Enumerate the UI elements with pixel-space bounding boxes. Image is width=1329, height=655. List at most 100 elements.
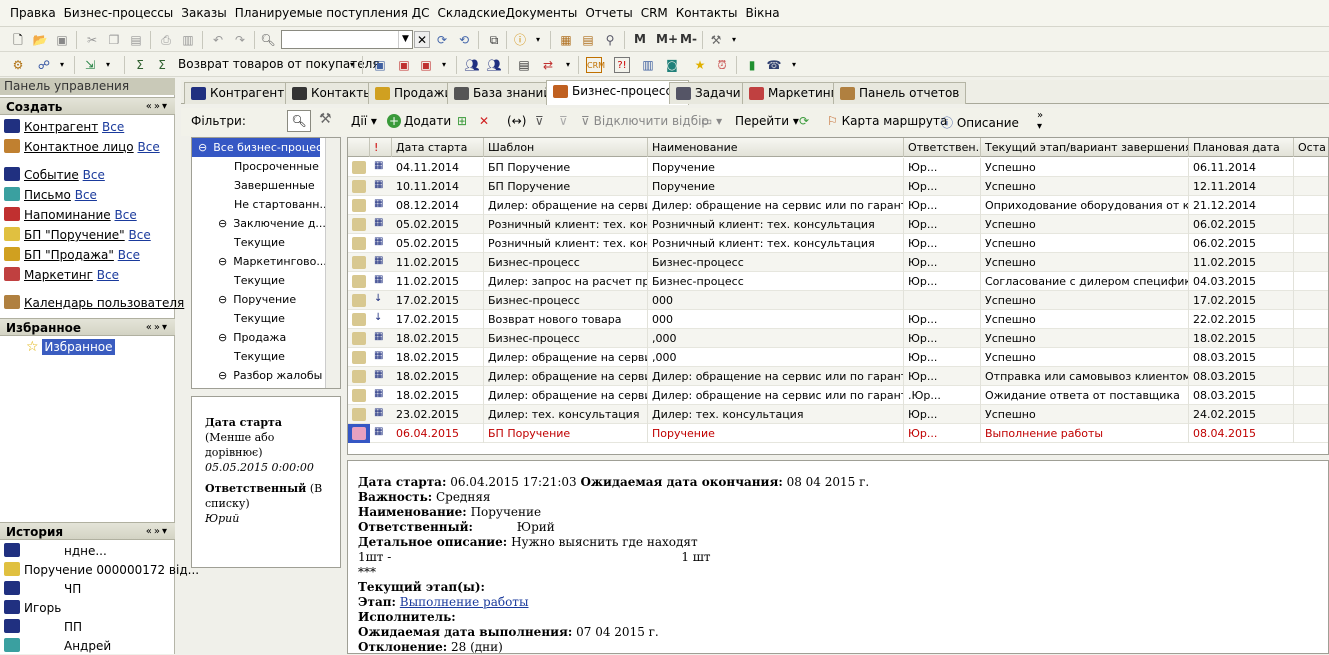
- tree-node-11[interactable]: Текущие: [234, 347, 285, 366]
- actions-label[interactable]: Дії: [351, 114, 367, 128]
- table-row[interactable]: ▦ 11.02.2015 Бизнес-процесс Бизнес-процесс Ю…: [348, 253, 1328, 272]
- menu-item-4[interactable]: СкладскиеДокументы: [434, 0, 582, 27]
- save-icon[interactable]: ▣: [54, 32, 70, 48]
- tree-node-1[interactable]: Просроченные: [234, 157, 319, 176]
- table-row[interactable]: ▦ 06.04.2015 БП Поручение Поручение Юр... Вып…: [348, 424, 1328, 443]
- create-item-all-link[interactable]: Все: [114, 208, 136, 222]
- redo-icon[interactable]: ↷: [232, 32, 248, 48]
- dropdown-icon[interactable]: ▾: [560, 57, 576, 73]
- calendar-icon[interactable]: ▤: [580, 32, 596, 48]
- favorites-item-label[interactable]: Избранное: [42, 339, 115, 355]
- tree-node-label[interactable]: Текущие: [234, 350, 285, 363]
- create-item-label[interactable]: Маркетинг: [24, 268, 93, 282]
- history-item-3[interactable]: Игорь: [4, 599, 61, 617]
- create-item-all-link[interactable]: Все: [75, 188, 97, 202]
- memory-m-button[interactable]: M: [634, 32, 646, 46]
- print-preview-icon[interactable]: ▥: [180, 32, 196, 48]
- history-item-label[interactable]: Поручение 000000172 від...: [24, 563, 199, 577]
- doc-move-icon[interactable]: ⇄: [540, 57, 556, 73]
- column-header-3[interactable]: Ответствен...: [904, 138, 981, 157]
- search-input[interactable]: [281, 30, 413, 49]
- create-item-2[interactable]: Событие Все: [4, 166, 105, 184]
- report-chart-icon[interactable]: ▣: [418, 57, 434, 73]
- section-controls-icon[interactable]: «»▾: [146, 523, 169, 541]
- table-row[interactable]: ▦ 05.02.2015Розничный клиент: тех. конс..…: [348, 234, 1328, 253]
- memory-plus-button[interactable]: M+: [656, 32, 678, 46]
- description-button[interactable]: ⓘ Описание: [941, 114, 1019, 131]
- tree-node-label[interactable]: Разбор жалобы: [233, 369, 322, 382]
- photo-icon[interactable]: ◙: [664, 57, 680, 73]
- history-item-label[interactable]: ПП: [64, 620, 82, 634]
- table-row[interactable]: ▦ 18.02.2015 Дилер: обращение на серви...,…: [348, 348, 1328, 367]
- tree-node-label[interactable]: Завершенные: [234, 179, 315, 192]
- create-item-label[interactable]: Контрагент: [24, 120, 98, 134]
- tab-label[interactable]: Продажи: [394, 86, 452, 100]
- find-prev-icon[interactable]: ⟲: [456, 32, 472, 48]
- history-item-5[interactable]: Андрей: [4, 637, 111, 655]
- tree-node-label[interactable]: Текущие: [234, 236, 285, 249]
- table-row[interactable]: ▦ 18.02.2015 Бизнес-процесс ,000 Юр... Успешн…: [348, 329, 1328, 348]
- favorites-item[interactable]: ☆ Избранное: [26, 338, 115, 356]
- copy-dropdown-icon[interactable]: ▭ ▾: [701, 114, 722, 128]
- route-map-button[interactable]: ⚐ Карта маршрута: [827, 114, 947, 128]
- search-icon[interactable]: 🔍︎: [260, 32, 276, 48]
- print-icon[interactable]: ⎙: [158, 32, 174, 48]
- swap-icon[interactable]: (↔): [507, 114, 526, 128]
- tab-3[interactable]: База знаний: [447, 82, 559, 104]
- help-icon[interactable]: ?!: [614, 57, 630, 73]
- filter-list-icon[interactable]: ⊽: [559, 114, 568, 128]
- add-button[interactable]: Додати: [404, 114, 451, 128]
- collapse-icon[interactable]: ⊖: [218, 293, 227, 306]
- tree-node-4[interactable]: ⊖ Заключение д...: [218, 214, 326, 233]
- column-header-4[interactable]: Текущий этап/вариант завершения: [981, 138, 1189, 157]
- tree-node-0[interactable]: ⊖ Все бизнес-процес...: [192, 138, 333, 157]
- menu-item-0[interactable]: Правка: [6, 0, 60, 27]
- sum-icon[interactable]: Σ: [132, 57, 148, 73]
- tab-label[interactable]: Контрагенты: [210, 86, 294, 100]
- delete-icon[interactable]: ✕: [479, 114, 489, 128]
- report-icon[interactable]: ▣: [372, 57, 388, 73]
- collapse-icon[interactable]: ⊖: [218, 255, 227, 268]
- header-flag-icon[interactable]: !: [370, 138, 392, 157]
- copy-icon[interactable]: ❐: [106, 32, 122, 48]
- tree-scrollbar[interactable]: [325, 138, 340, 388]
- create-item-all-link[interactable]: Все: [129, 228, 151, 242]
- menu-item-5[interactable]: Отчеты: [581, 0, 636, 27]
- dropdown-icon[interactable]: ▾: [436, 57, 452, 73]
- collapse-icon[interactable]: ⊖: [218, 217, 227, 230]
- tree-node-5[interactable]: Текущие: [234, 233, 285, 252]
- tree-node-label[interactable]: Текущие: [234, 274, 285, 287]
- history-item-label[interactable]: ндне...: [64, 544, 107, 558]
- tab-label[interactable]: Бизнес-процессы: [572, 84, 682, 98]
- table-row[interactable]: ▦ 08.12.2014 Дилер: обращение на серви... Д…: [348, 196, 1328, 215]
- phone-icon[interactable]: ☎: [766, 57, 782, 73]
- tree-node-label[interactable]: Не стартованн...: [234, 198, 330, 211]
- tree-node-6[interactable]: ⊖ Маркетингово...: [218, 252, 327, 271]
- people-gear-icon[interactable]: ⚙: [10, 57, 26, 73]
- tree-node-label[interactable]: Поручение: [233, 293, 296, 306]
- go-menu[interactable]: Перейти ▾: [735, 114, 799, 128]
- tools-dropdown-icon[interactable]: ▾: [726, 32, 742, 48]
- tree-node-8[interactable]: ⊖ Поручение: [218, 290, 296, 309]
- create-item-6[interactable]: БП "Продажа" Все: [4, 246, 140, 264]
- tab-label[interactable]: Задачи: [695, 86, 741, 100]
- tab-2[interactable]: Продажи: [368, 82, 460, 104]
- column-header-5[interactable]: Плановая дата: [1189, 138, 1294, 157]
- clipboard-icon[interactable]: ⚲: [602, 32, 618, 48]
- dropdown-icon[interactable]: ▾: [786, 57, 802, 73]
- actions-menu[interactable]: Дії ▾: [351, 114, 377, 128]
- section-controls-icon[interactable]: «»▾: [146, 98, 169, 116]
- history-item-2[interactable]: ЧП: [4, 580, 81, 598]
- create-item-all-link[interactable]: Все: [118, 248, 140, 262]
- doc-list-icon[interactable]: ▤: [516, 57, 532, 73]
- create-item-all-link[interactable]: Все: [102, 120, 124, 134]
- users-group-icon[interactable]: 👥︎: [486, 57, 502, 73]
- menu-item-1[interactable]: Бизнес-процессы: [60, 0, 178, 27]
- create-item-label[interactable]: Напоминание: [24, 208, 111, 222]
- description-label[interactable]: Описание: [957, 116, 1019, 130]
- tab-0[interactable]: Контрагенты: [184, 82, 301, 104]
- create-item-label[interactable]: Событие: [24, 168, 79, 182]
- create-item-label[interactable]: БП "Продажа": [24, 248, 114, 262]
- people-key-icon[interactable]: ☍: [36, 57, 52, 73]
- disable-filter-button[interactable]: ⊽ Відключити відбір: [581, 114, 709, 128]
